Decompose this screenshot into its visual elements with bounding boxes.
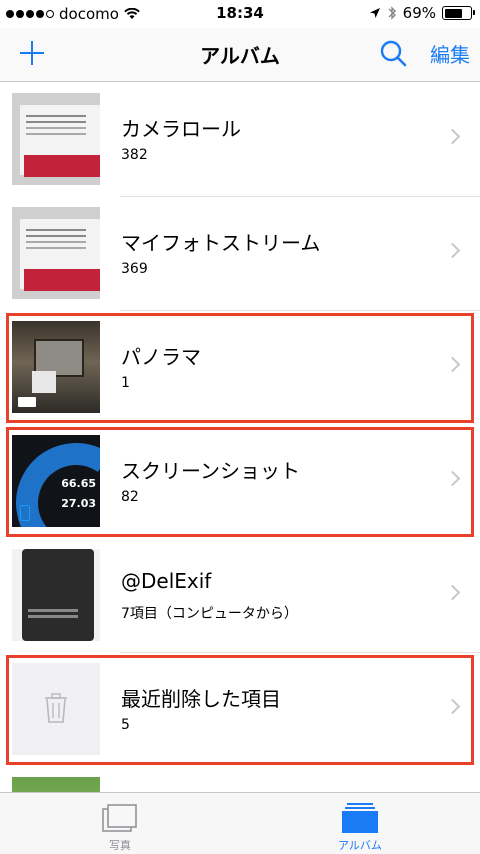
album-count: 7項目（コンピュータから） bbox=[121, 606, 298, 622]
album-row-panorama[interactable]: パノラマ 1 bbox=[0, 311, 480, 425]
photos-tab-icon bbox=[102, 804, 137, 832]
album-thumbnail bbox=[12, 549, 100, 641]
album-count: 382 bbox=[121, 147, 148, 163]
battery-fill bbox=[444, 8, 462, 18]
chevron-right-icon bbox=[444, 584, 461, 601]
album-name: 最近削除した項目 bbox=[121, 687, 281, 711]
album-row-camera-roll[interactable]: カメラロール 382 bbox=[0, 83, 480, 197]
bluetooth-icon bbox=[388, 6, 396, 20]
album-list: カメラロール 382 マイフォトストリーム 369 パノラマ 1 66.65 2… bbox=[0, 83, 480, 767]
tab-label: 写真 bbox=[109, 839, 131, 852]
album-name: パノラマ bbox=[121, 345, 201, 369]
panorama-icon bbox=[18, 397, 36, 407]
album-row-partial[interactable] bbox=[0, 767, 480, 793]
album-name: マイフォトストリーム bbox=[121, 231, 321, 255]
chevron-right-icon bbox=[444, 128, 461, 145]
album-name: カメラロール bbox=[121, 117, 241, 141]
tab-albums[interactable]: アルバム bbox=[300, 793, 420, 854]
phone-icon bbox=[20, 505, 30, 521]
tab-photos[interactable]: 写真 bbox=[60, 793, 180, 854]
album-count: 82 bbox=[121, 489, 139, 505]
location-arrow-icon bbox=[369, 8, 380, 18]
album-thumbnail bbox=[12, 93, 100, 185]
albums-tab-icon bbox=[342, 803, 378, 833]
trash-icon bbox=[45, 693, 67, 723]
edit-button[interactable]: 編集 bbox=[430, 39, 470, 68]
status-right-group: 69% bbox=[369, 4, 475, 22]
album-thumbnail bbox=[12, 663, 100, 755]
status-bar: docomo 18:34 69% bbox=[0, 0, 480, 28]
thumb-value-2: 27.03 bbox=[61, 497, 96, 510]
chevron-right-icon bbox=[444, 356, 461, 373]
battery-icon bbox=[442, 6, 475, 20]
search-icon bbox=[380, 40, 407, 67]
album-thumbnail: 66.65 27.03 bbox=[12, 435, 100, 527]
album-count: 1 bbox=[121, 375, 130, 391]
battery-percent: 69% bbox=[402, 4, 436, 22]
navigation-bar: アルバム 編集 bbox=[0, 28, 480, 82]
chevron-right-icon bbox=[444, 242, 461, 259]
chevron-right-icon bbox=[444, 470, 461, 487]
thumb-value-1: 66.65 bbox=[61, 477, 96, 490]
chevron-right-icon bbox=[444, 698, 461, 715]
album-row-delexif[interactable]: @DelExif 7項目（コンピュータから） bbox=[0, 539, 480, 653]
add-album-button[interactable] bbox=[16, 36, 48, 72]
album-name: スクリーンショット bbox=[121, 459, 300, 483]
tab-bar: 写真 アルバム bbox=[0, 792, 480, 854]
album-thumbnail bbox=[12, 777, 100, 793]
album-row-recently-deleted[interactable]: 最近削除した項目 5 bbox=[0, 653, 480, 767]
tab-label: アルバム bbox=[338, 839, 382, 852]
album-thumbnail bbox=[12, 207, 100, 299]
album-name: @DelExif bbox=[121, 569, 212, 593]
album-count: 369 bbox=[121, 261, 148, 277]
album-row-photo-stream[interactable]: マイフォトストリーム 369 bbox=[0, 197, 480, 311]
album-row-screenshots[interactable]: 66.65 27.03 スクリーンショット 82 bbox=[0, 425, 480, 539]
album-count: 5 bbox=[121, 717, 130, 733]
search-button[interactable] bbox=[378, 38, 410, 70]
album-thumbnail bbox=[12, 321, 100, 413]
